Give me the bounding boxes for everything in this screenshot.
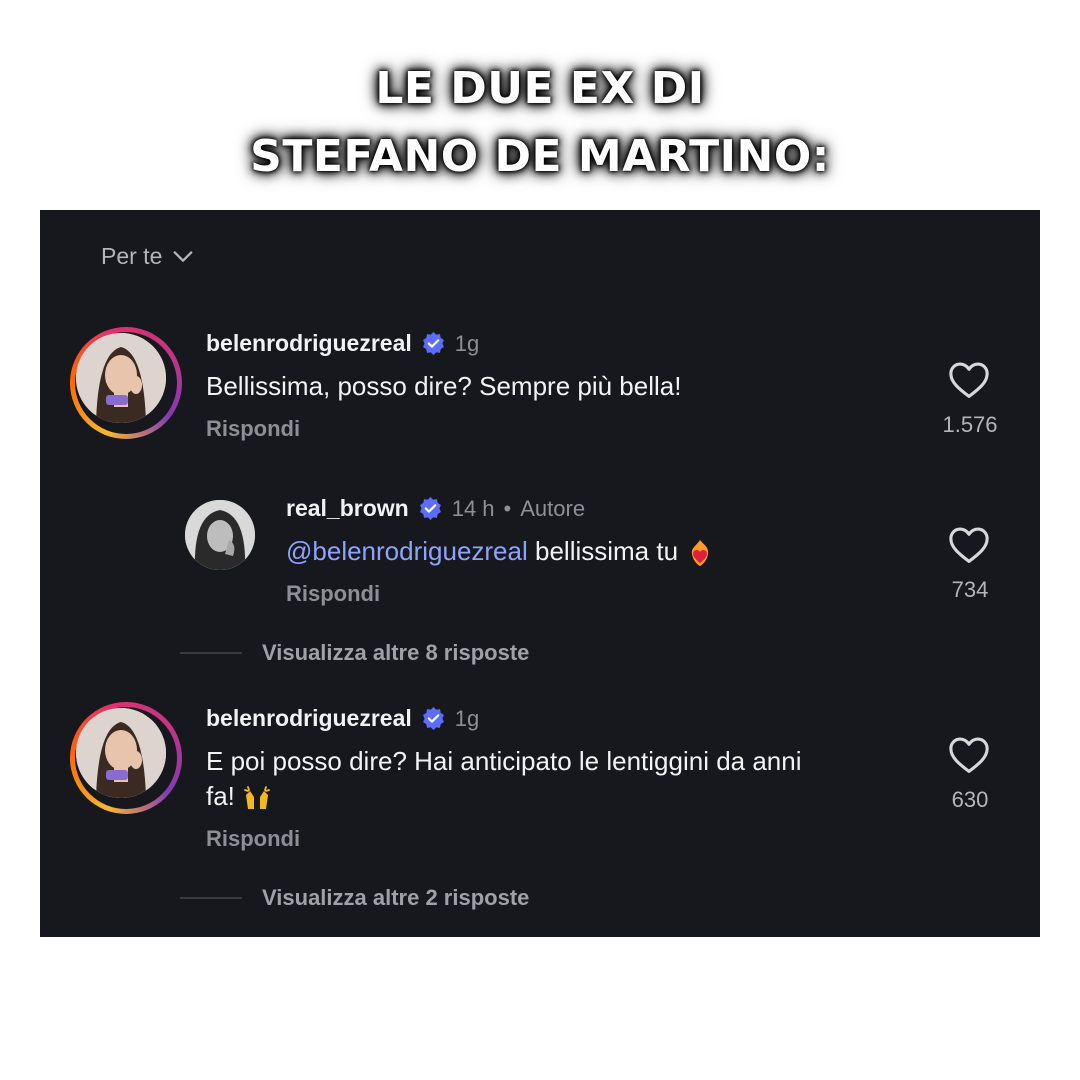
reply-button[interactable]: Rispondi: [206, 826, 300, 852]
comment-time: 1g: [454, 330, 480, 356]
headline-line-2: STEFANO DE MARTINO:: [250, 131, 830, 182]
verified-badge-icon: [422, 332, 444, 355]
comment-time: 1g: [454, 705, 480, 731]
avatar-story-ring[interactable]: [70, 702, 182, 814]
avatar: [76, 708, 166, 798]
like-count: 1.576: [942, 412, 998, 437]
avatar: [76, 333, 166, 423]
headline-line-1: LE DUE EX DI: [375, 63, 705, 114]
comment-username[interactable]: belenrodriguezreal 1g: [206, 705, 479, 732]
verified-badge-icon: [419, 497, 441, 520]
mention-link[interactable]: @belenrodriguezreal: [286, 536, 528, 566]
reply-button[interactable]: Rispondi: [206, 416, 300, 442]
author-badge: Autore: [520, 495, 586, 521]
comment-text: E poi posso dire? Hai anticipato le lent…: [206, 744, 802, 814]
chevron-down-icon: [173, 250, 193, 262]
meta-separator: •: [503, 495, 512, 521]
comment-text: Bellissima, posso dire? Sempre più bella…: [206, 371, 682, 401]
avatar[interactable]: [185, 500, 255, 570]
avatar-story-ring[interactable]: [70, 327, 182, 439]
heart-icon[interactable]: [948, 526, 990, 564]
comments-panel: Per te belenrodriguezreal 1g Bellissima,…: [40, 210, 1040, 937]
comment-username[interactable]: belenrodriguezreal 1g: [206, 330, 479, 357]
like-count: 630: [951, 787, 989, 812]
view-more-replies[interactable]: Visualizza altre 8 risposte: [180, 640, 529, 666]
filter-label: Per te: [101, 243, 163, 269]
comment-text: @belenrodriguezreal bellissima tu: [286, 534, 715, 569]
view-more-replies[interactable]: Visualizza altre 2 risposte: [180, 885, 529, 911]
filter-dropdown[interactable]: Per te: [101, 243, 194, 270]
reply-button[interactable]: Rispondi: [286, 581, 380, 607]
comment-username[interactable]: real_brown 14 h • Autore: [286, 495, 585, 522]
heart-icon[interactable]: [948, 361, 990, 399]
verified-badge-icon: [422, 707, 444, 730]
comment-time: 14 h: [451, 495, 495, 521]
like-count: 734: [951, 577, 989, 602]
heart-on-fire-emoji-icon: [692, 540, 709, 567]
divider: [180, 897, 242, 899]
heart-icon[interactable]: [948, 736, 990, 774]
divider: [180, 652, 242, 654]
raising-hands-emoji-icon: [244, 786, 271, 810]
